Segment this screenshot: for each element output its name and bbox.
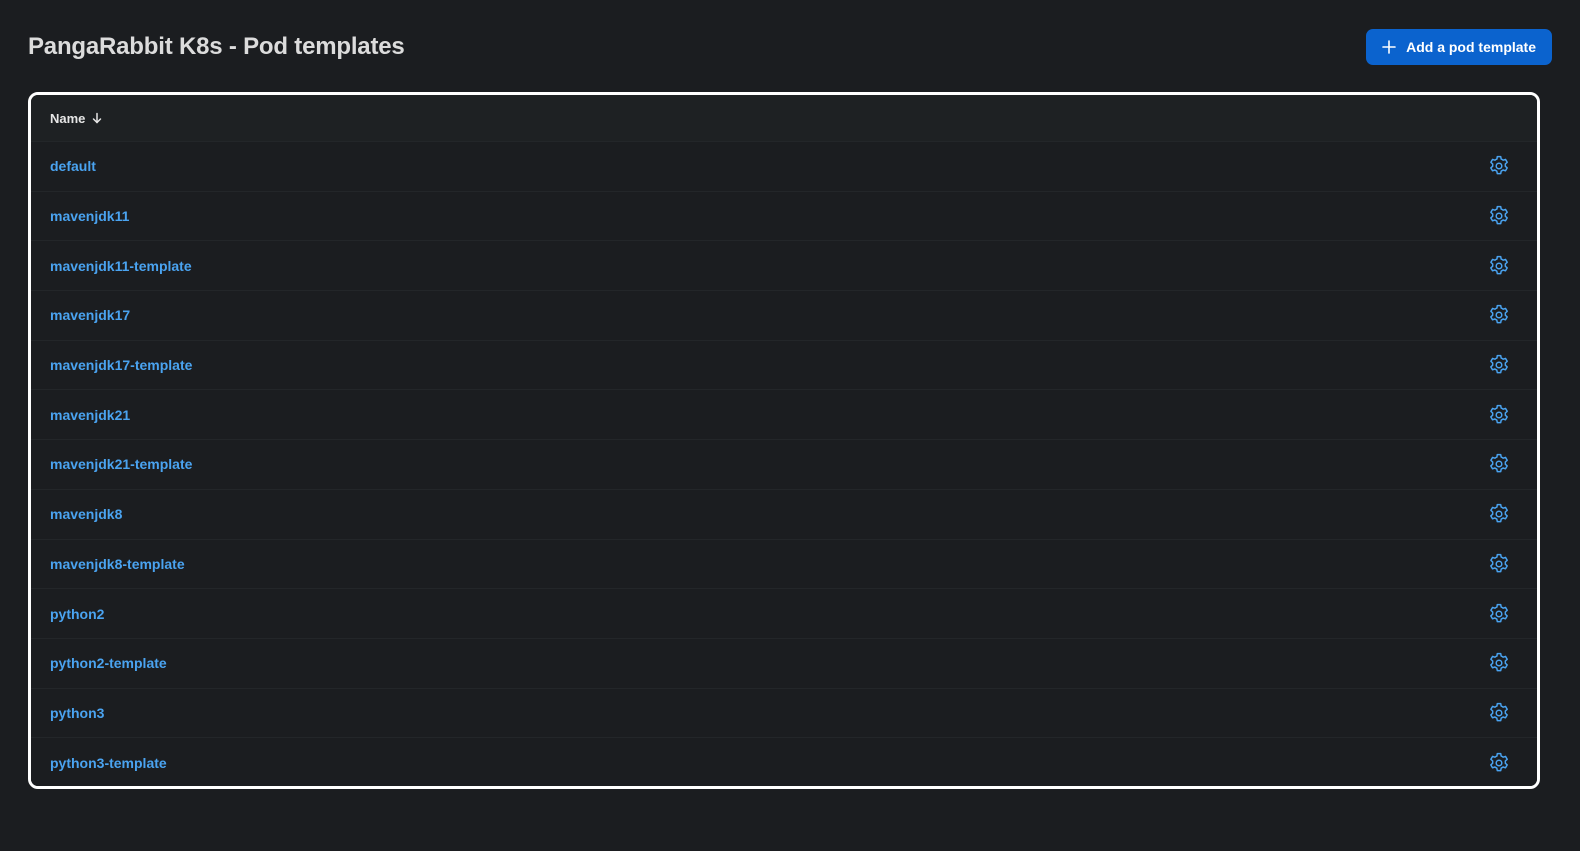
gear-icon — [1487, 403, 1511, 427]
add-pod-template-button[interactable]: Add a pod template — [1366, 29, 1552, 65]
page-header: PangaRabbit K8s - Pod templates Add a po… — [28, 28, 1552, 66]
configure-button[interactable] — [1486, 352, 1512, 378]
pod-template-link[interactable]: mavenjdk11-template — [50, 258, 192, 274]
configure-button[interactable] — [1486, 302, 1512, 328]
table-row: mavenjdk11-template — [31, 240, 1537, 291]
gear-icon — [1487, 701, 1511, 725]
configure-button[interactable] — [1486, 650, 1512, 676]
table-row: mavenjdk8-template — [31, 538, 1537, 589]
configure-button[interactable] — [1486, 402, 1512, 428]
arrow-down-icon — [91, 112, 103, 124]
configure-button[interactable] — [1486, 153, 1512, 179]
configure-button[interactable] — [1486, 253, 1512, 279]
configure-button[interactable] — [1486, 700, 1512, 726]
pod-template-link[interactable]: python2 — [50, 606, 104, 622]
gear-icon — [1487, 204, 1511, 228]
configure-button[interactable] — [1486, 601, 1512, 627]
pod-template-link[interactable]: mavenjdk21 — [50, 407, 130, 423]
configure-button[interactable] — [1486, 501, 1512, 527]
gear-icon — [1487, 751, 1511, 775]
pod-template-link[interactable]: mavenjdk8-template — [50, 556, 185, 572]
table-row: python2-template — [31, 637, 1537, 688]
configure-button[interactable] — [1486, 551, 1512, 577]
table-row: mavenjdk21 — [31, 389, 1537, 440]
pod-template-link[interactable]: mavenjdk8 — [50, 506, 122, 522]
table-row: mavenjdk21-template — [31, 439, 1537, 489]
table-body: default mavenjdk11 mavenjdk11-template m… — [31, 141, 1537, 786]
configure-button[interactable] — [1486, 451, 1512, 477]
pod-template-link[interactable]: mavenjdk21-template — [50, 456, 192, 472]
gear-icon — [1487, 353, 1511, 377]
gear-icon — [1487, 154, 1511, 178]
pod-template-link[interactable]: mavenjdk17 — [50, 307, 130, 323]
add-pod-template-label: Add a pod template — [1406, 39, 1536, 55]
table-row: default — [31, 141, 1537, 191]
configure-button[interactable] — [1486, 750, 1512, 776]
gear-icon — [1487, 254, 1511, 278]
pod-template-link[interactable]: mavenjdk11 — [50, 208, 129, 224]
pod-template-link[interactable]: default — [50, 158, 96, 174]
gear-icon — [1487, 651, 1511, 675]
table-row: python2 — [31, 588, 1537, 638]
pod-templates-page: PangaRabbit K8s - Pod templates Add a po… — [0, 0, 1580, 851]
gear-icon — [1487, 552, 1511, 576]
plus-icon — [1382, 40, 1396, 54]
table-row: mavenjdk11 — [31, 190, 1537, 241]
table-row: python3-template — [31, 737, 1537, 786]
page-title: PangaRabbit K8s - Pod templates — [28, 33, 405, 60]
gear-icon — [1487, 452, 1511, 476]
pod-templates-table: Name default mavenjdk11 mavenjdk11-templ… — [28, 92, 1540, 789]
name-column-label: Name — [50, 110, 86, 126]
pod-template-link[interactable]: python3-template — [50, 755, 167, 771]
pod-template-link[interactable]: python3 — [50, 705, 104, 721]
table-row: mavenjdk17-template — [31, 339, 1537, 390]
table-header: Name — [31, 95, 1537, 141]
gear-icon — [1487, 602, 1511, 626]
gear-icon — [1487, 502, 1511, 526]
name-column-header[interactable]: Name — [50, 111, 103, 126]
pod-template-link[interactable]: mavenjdk17-template — [50, 357, 192, 373]
gear-icon — [1487, 303, 1511, 327]
configure-button[interactable] — [1486, 203, 1512, 229]
table-row: mavenjdk8 — [31, 488, 1537, 539]
pod-template-link[interactable]: python2-template — [50, 655, 167, 671]
table-row: mavenjdk17 — [31, 290, 1537, 340]
table-row: python3 — [31, 687, 1537, 738]
